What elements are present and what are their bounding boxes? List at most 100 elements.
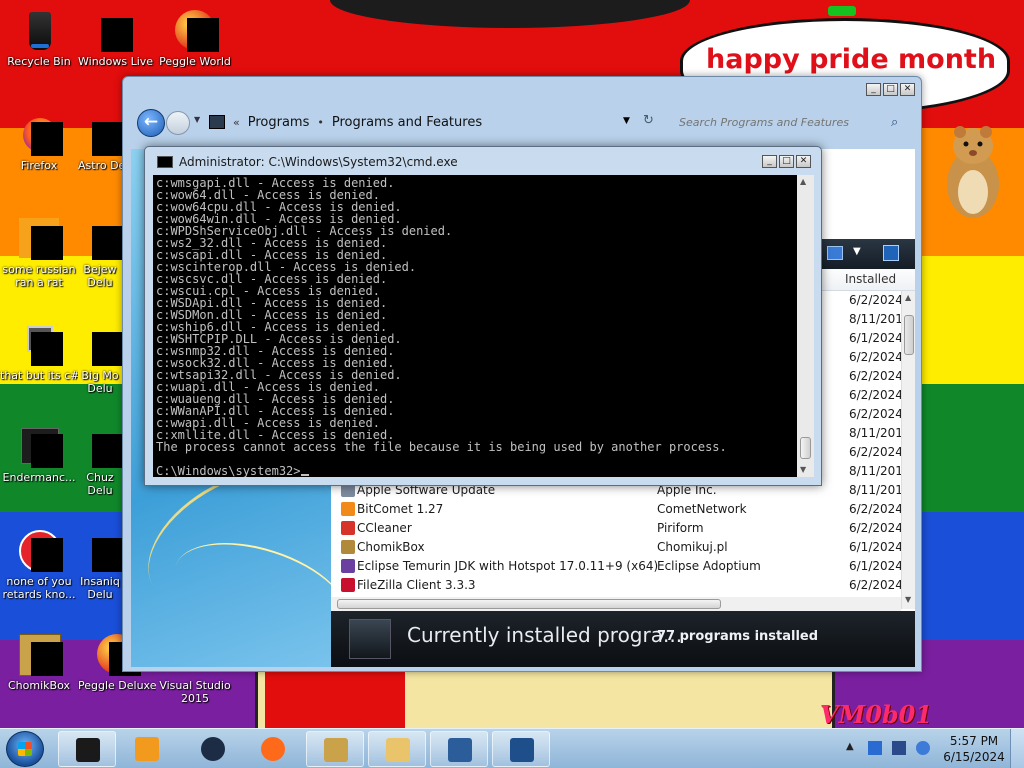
desktop-icon-astro[interactable]: Astro Delu (78, 112, 124, 172)
vm-logo-text: VM0b01 (820, 700, 933, 729)
address-dropdown-icon[interactable]: ▼ (623, 116, 630, 126)
program-installed-date: 6/2/2024 (849, 350, 903, 364)
taskbar-app-button[interactable] (306, 731, 364, 767)
network-tray-icon[interactable] (868, 741, 882, 755)
desktop-icon-big-money[interactable]: Big Mo Delu (78, 322, 124, 395)
program-installed-date: 6/1/2024 (849, 331, 903, 345)
taskbar-app-button[interactable] (184, 731, 242, 767)
desktop-icon-bejeweled[interactable]: Bejew Delu (78, 216, 124, 289)
program-name: ChomikBox (357, 540, 425, 554)
cmd-taskbar-icon (76, 738, 100, 762)
taskbar-app-button[interactable] (368, 731, 426, 767)
breadcrumb-overflow-icon[interactable]: « (233, 116, 240, 129)
history-dropdown-icon[interactable]: ▼ (194, 115, 200, 124)
desktop-icon-russian-rat[interactable]: some russian ran a rat (0, 216, 78, 289)
cmd-titlebar: Administrator: C:\Windows\System32\cmd.e… (157, 155, 458, 169)
console-output[interactable]: c:wmsgapi.dll - Access is denied. c:wow64… (153, 175, 797, 477)
address-toolbar: ← ▼ « Programs • Programs and Features ▼… (131, 105, 915, 139)
program-publisher: Piriform (657, 521, 704, 535)
search-input[interactable] (671, 115, 885, 129)
search-icon[interactable]: ⌕ (891, 115, 898, 130)
desktop-icon-none-of-you[interactable]: none of you retards kno... (0, 528, 78, 601)
recycle-bin-icon (17, 8, 61, 52)
program-installed-date: 8/11/201 (849, 312, 903, 326)
cmd-window[interactable]: Administrator: C:\Windows\System32\cmd.e… (144, 146, 822, 486)
astro-icon (78, 112, 124, 156)
cmd-title-text: Administrator: C:\Windows\System32\cmd.e… (179, 155, 458, 169)
program-row[interactable]: BitComet 1.27 CometNetwork 6/2/2024 (331, 500, 903, 519)
windows-logo-icon (18, 742, 32, 756)
desktop-icon-windows-live[interactable]: Windows Live Ma (78, 8, 156, 68)
program-installed-date: 6/1/2024 (849, 559, 903, 573)
program-icon (341, 502, 355, 516)
bubble-text: happy pride month (706, 44, 997, 75)
taskbar-app-button[interactable] (492, 731, 550, 767)
breadcrumb-programs[interactable]: Programs (248, 115, 310, 130)
program-row[interactable]: ChomikBox Chomikuj.pl 6/1/2024 (331, 538, 903, 557)
show-hidden-icons-icon[interactable]: ▲ (846, 741, 854, 752)
breadcrumb-programs-features[interactable]: Programs and Features (332, 115, 482, 130)
minimize-button[interactable]: _ (866, 83, 881, 96)
maximize-button[interactable]: □ (883, 83, 898, 96)
volume-tray-icon[interactable] (916, 741, 930, 755)
clock-time[interactable]: 5:57 PM (944, 734, 1004, 748)
app-icon (17, 528, 63, 572)
console-icon (157, 156, 173, 168)
desktop-icon-recycle-bin[interactable]: Recycle Bin (0, 8, 78, 68)
console-prompt[interactable]: C:\Windows\system32> (156, 465, 794, 477)
breadcrumb[interactable]: « Programs • Programs and Features (209, 109, 659, 135)
program-row[interactable]: Eclipse Temurin JDK with Hotspot 17.0.11… (331, 557, 903, 576)
firefox-taskbar-icon (261, 737, 285, 761)
close-button[interactable]: ✕ (900, 83, 915, 96)
taskbar-app-button[interactable] (58, 731, 116, 767)
horizontal-scroll-thumb[interactable] (337, 599, 721, 609)
back-arrow-icon[interactable]: ← (137, 109, 165, 137)
bejeweled-icon (78, 216, 124, 260)
desktop-icon-firefox[interactable]: Firefox (0, 112, 78, 172)
desktop-icon-endermanch[interactable]: Endermanc... (0, 424, 78, 484)
list-horizontal-scrollbar[interactable] (331, 597, 901, 611)
program-installed-date: 6/1/2024 (849, 540, 903, 554)
desktop-icon-insaniquarium[interactable]: Insaniq Delu (78, 528, 124, 601)
breadcrumb-separator-icon[interactable]: • (317, 116, 324, 129)
scroll-thumb[interactable] (904, 315, 914, 355)
taskbar-app-button[interactable] (244, 731, 302, 767)
game-icon (78, 424, 124, 468)
forward-arrow-icon[interactable] (166, 111, 190, 135)
clock-date[interactable]: 6/15/2024 (940, 750, 1008, 764)
refresh-icon[interactable]: ↻ (643, 113, 654, 128)
taskbar: ▲ 5:57 PM 6/15/2024 (0, 728, 1024, 768)
cmd-active-taskbar-icon (510, 738, 534, 762)
cmd-scroll-thumb[interactable] (800, 437, 811, 459)
desktop-icon-that-but-csharp[interactable]: that but its c# (0, 322, 78, 382)
cmd-minimize-button[interactable]: _ (762, 155, 777, 168)
text-cursor (300, 474, 309, 476)
console-line: The process cannot access the file becau… (156, 440, 727, 454)
windows-live-icon (95, 8, 139, 52)
taskbar-app-button[interactable] (118, 731, 176, 767)
desktop-icon-chuzzle[interactable]: Chuz Delu (78, 424, 124, 497)
show-desktop-button[interactable] (1010, 729, 1024, 768)
program-row[interactable]: CCleaner Piriform 6/2/2024 (331, 519, 903, 538)
desktop-icon-chomikbox[interactable]: ChomikBox (0, 632, 78, 692)
column-installed-on[interactable]: Installed (845, 272, 896, 286)
program-row[interactable]: FileZilla Client 3.3.3 6/2/2024 (331, 576, 903, 595)
chomikbox-icon (17, 632, 63, 676)
help-icon[interactable] (883, 245, 899, 261)
start-button[interactable] (6, 731, 44, 767)
cmd-scrollbar[interactable]: ▲ ▼ (797, 175, 814, 477)
taskbar-app-button[interactable] (430, 731, 488, 767)
list-vertical-scrollbar[interactable]: ▲ ▼ (901, 291, 915, 609)
desktop-icon-peggle-world[interactable]: Peggle World (156, 8, 234, 68)
program-icon (341, 521, 355, 535)
program-publisher: Eclipse Adoptium (657, 559, 761, 573)
display-tray-icon[interactable] (892, 741, 906, 755)
firefox-icon (17, 112, 63, 156)
view-dropdown-icon[interactable]: ▼ (853, 246, 861, 257)
change-view-icon[interactable] (827, 246, 843, 260)
program-installed-date: 6/2/2024 (849, 369, 903, 383)
program-installed-date: 8/11/201 (849, 464, 903, 478)
cmd-maximize-button[interactable]: □ (779, 155, 794, 168)
cmd-close-button[interactable]: ✕ (796, 155, 811, 168)
program-installed-date: 6/2/2024 (849, 578, 903, 592)
